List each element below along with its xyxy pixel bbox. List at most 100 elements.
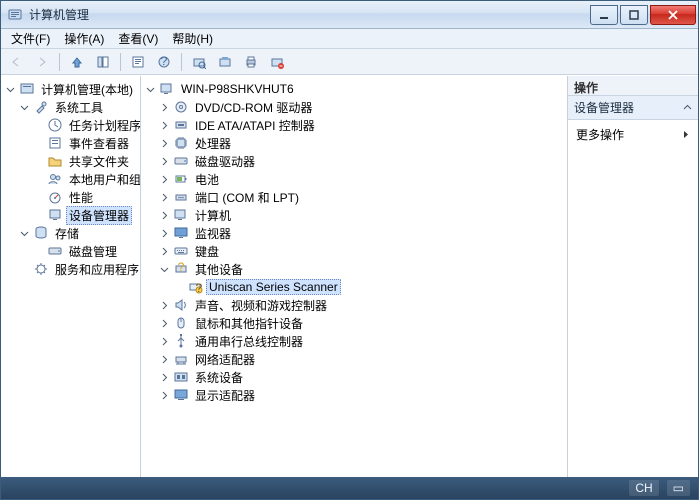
device-category[interactable]: 端口 (COM 和 LPT) [159,188,565,206]
folder-share-icon [47,153,63,169]
app-icon [7,7,23,23]
device-category[interactable]: IDE ATA/ATAPI 控制器 [159,116,565,134]
tree-item[interactable]: 性能 [33,188,138,206]
toolbar-separator [120,53,121,71]
expander-icon[interactable] [159,156,170,167]
minimize-button[interactable] [590,5,618,25]
toolbar-forward-button[interactable] [31,51,53,73]
tree-label: 计算机 [192,206,234,225]
expander-placeholder [33,174,44,185]
expander-icon[interactable] [159,264,170,275]
chevron-right-icon [683,128,690,142]
expander-icon[interactable] [19,228,30,239]
unknown-device-icon: ? [187,279,203,295]
device-category[interactable]: 键盘 [159,242,565,260]
device-category[interactable]: 显示适配器 [159,386,565,404]
tree-group[interactable]: 系统工具 [19,98,138,116]
menu-view[interactable]: 查看(V) [112,28,164,49]
monitor-icon [173,225,189,241]
device-category[interactable]: 监视器 [159,224,565,242]
window-title: 计算机管理 [29,6,588,23]
statusbar: CH ▭ [1,477,698,499]
expander-icon[interactable] [159,390,170,401]
device-category[interactable]: 计算机 [159,206,565,224]
expander-placeholder [19,264,30,275]
action-more[interactable]: 更多操作 [574,124,692,145]
menu-action[interactable]: 操作(A) [58,28,110,49]
device-category[interactable]: 系统设备 [159,368,565,386]
device-category[interactable]: 电池 [159,170,565,188]
expander-icon[interactable] [159,372,170,383]
tree-item[interactable]: 事件查看器 [33,134,138,152]
titlebar[interactable]: 计算机管理 [1,1,698,29]
tree-item[interactable]: 本地用户和组 [33,170,138,188]
expander-icon[interactable] [159,192,170,203]
expander-icon[interactable] [159,318,170,329]
device-category[interactable]: 磁盘驱动器 [159,152,565,170]
disk-icon [173,153,189,169]
device-category[interactable]: 声音、视频和游戏控制器 [159,296,565,314]
svg-text:?: ? [161,55,168,68]
status-lang-indicator[interactable]: CH [629,480,658,496]
expander-icon[interactable] [159,210,170,221]
left-nav-tree[interactable]: 计算机管理(本地) 系统工具任务计划程序事件查看器共享文件夹本地用户和组性能设备… [1,76,141,477]
tree-label: 共享文件夹 [66,152,132,171]
toolbar: ? [1,49,698,75]
toolbar-properties-button[interactable] [127,51,149,73]
menu-file[interactable]: 文件(F) [5,28,56,49]
expander-icon[interactable] [159,228,170,239]
expander-icon[interactable] [19,102,30,113]
device-item[interactable]: ?Uniscan Series Scanner [173,278,565,296]
device-tree-root[interactable]: WIN-P98SHKVHUT6 [145,80,565,98]
toolbar-scan-button[interactable] [188,51,210,73]
toolbar-show-hide-tree-button[interactable] [92,51,114,73]
tree-label: 鼠标和其他指针设备 [192,314,306,333]
action-label: 更多操作 [576,126,624,143]
tree-group[interactable]: 服务和应用程序 [19,260,138,278]
expander-icon[interactable] [159,300,170,311]
toolbar-refresh-button[interactable] [214,51,236,73]
toolbar-up-button[interactable] [66,51,88,73]
device-category[interactable]: ?其他设备 [159,260,565,278]
actions-section[interactable]: 设备管理器 [568,96,698,120]
expander-icon[interactable] [159,336,170,347]
expander-icon[interactable] [5,84,16,95]
maximize-button[interactable] [620,5,648,25]
tree-label: 性能 [66,188,96,207]
device-category[interactable]: 网络适配器 [159,350,565,368]
tree-item[interactable]: 任务计划程序 [33,116,138,134]
expander-icon[interactable] [159,354,170,365]
tree-label: 系统工具 [52,98,106,117]
tree-item[interactable]: 设备管理器 [33,206,138,224]
device-category[interactable]: 鼠标和其他指针设备 [159,314,565,332]
expander-icon[interactable] [159,120,170,131]
tree-label: 显示适配器 [192,386,258,405]
device-mgr-icon [47,207,63,223]
menu-help[interactable]: 帮助(H) [166,28,219,49]
optical-icon [173,99,189,115]
tree-root-local-computer[interactable]: 计算机管理(本地) [5,80,138,98]
device-category[interactable]: DVD/CD-ROM 驱动器 [159,98,565,116]
expander-icon[interactable] [159,174,170,185]
status-ime-indicator[interactable]: ▭ [667,480,690,496]
toolbar-help-button[interactable]: ? [153,51,175,73]
expander-icon[interactable] [159,102,170,113]
device-category[interactable]: 通用串行总线控制器 [159,332,565,350]
expander-icon[interactable] [145,84,156,95]
toolbar-print-button[interactable] [240,51,262,73]
tree-item[interactable]: 共享文件夹 [33,152,138,170]
toolbar-uninstall-button[interactable] [266,51,288,73]
svg-text:?: ? [196,281,203,295]
collapse-icon[interactable] [683,101,692,115]
close-button[interactable] [650,5,696,25]
clock-icon [47,117,63,133]
expander-placeholder [33,246,44,257]
device-tree[interactable]: WIN-P98SHKVHUT6 DVD/CD-ROM 驱动器IDE ATA/AT… [141,76,568,477]
tree-item[interactable]: 磁盘管理 [33,242,138,260]
expander-icon[interactable] [159,138,170,149]
tree-group[interactable]: 存储 [19,224,138,242]
expander-icon[interactable] [159,246,170,257]
tree-label: 其他设备 [192,260,246,279]
device-category[interactable]: 处理器 [159,134,565,152]
toolbar-back-button[interactable] [5,51,27,73]
